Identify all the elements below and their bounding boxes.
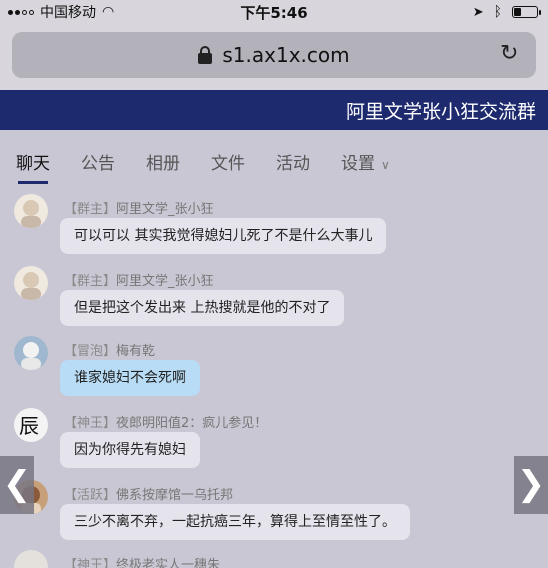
sender-line: 【群主】阿里文学_张小狂 [64,270,214,289]
avatar[interactable] [14,194,48,228]
bluetooth-icon: ᛒ [493,4,502,20]
sender-name: 终极老实人一穗朱 [116,558,221,568]
status-right: ➤ ᛒ [472,4,541,20]
tab-announcement[interactable]: 公告 [81,144,115,184]
tab-chat[interactable]: 聊天 [16,144,50,184]
status-time: 下午5:46 [240,3,308,22]
sender-line: 【冒泡】梅有乾 [64,340,155,359]
avatar[interactable] [14,266,48,300]
sender-role: 【神王】 [64,558,117,568]
battery-icon [512,6,541,18]
next-arrow-icon[interactable]: ❯ [514,456,548,514]
tab-activities-label: 活动 [276,154,310,174]
sender-name: 阿里文学_张小狂 [116,274,214,289]
sender-name: 夜郎明阳值2：疯儿参见！ [116,416,268,431]
tab-chat-label: 聊天 [16,154,50,174]
browser-toolbar: s1.ax1x.com ↻ [0,24,548,90]
sender-name: 梅有乾 [116,344,156,359]
reload-icon[interactable]: ↻ [500,43,522,65]
sender-line: 【神王】终极老实人一穗朱 [64,554,220,568]
lock-icon [198,46,213,64]
location-arrow-icon: ➤ [472,4,484,20]
sender-line: 【活跃】佛系按摩馆一乌托邦 [64,484,233,503]
avatar[interactable] [14,550,48,568]
sender-role: 【活跃】 [64,488,117,503]
chevron-down-icon: ∨ [381,158,390,172]
sender-role: 【群主】 [64,202,117,217]
sender-name: 阿里文学_张小狂 [116,202,214,217]
group-title-bar: 阿里文学张小狂交流群 [0,90,548,130]
tab-album-label: 相册 [146,154,180,174]
group-title: 阿里文学张小狂交流群 [345,100,536,123]
tab-announcement-label: 公告 [81,154,115,174]
sender-role: 【群主】 [64,274,117,289]
tab-settings-label: 设置 [341,154,375,174]
svg-text:辰: 辰 [19,414,39,438]
tab-files[interactable]: 文件 [211,144,245,184]
tab-bar: 聊天 公告 相册 文件 活动 设置 ∨ [0,144,548,184]
sender-role: 【神王】 [64,416,117,431]
sender-name: 佛系按摩馆一乌托邦 [116,488,234,503]
sender-line: 【群主】阿里文学_张小狂 [64,198,214,217]
message-bubble[interactable]: 三少不离不弃，一起抗癌三年，算得上至情至性了。 [60,504,410,540]
tab-album[interactable]: 相册 [146,144,180,184]
chat-list: 【群主】阿里文学_张小狂 可以可以 其实我觉得媳妇儿死了不是什么大事儿 【群主】… [0,188,548,568]
url-text: s1.ax1x.com [222,43,350,67]
tab-settings[interactable]: 设置 ∨ [341,144,390,184]
message-bubble[interactable]: 因为你得先有媳妇 [60,432,200,468]
status-bar: 中国移动 ◠ 下午5:46 ➤ ᛒ [0,0,548,24]
url-bar[interactable]: s1.ax1x.com ↻ [12,32,536,78]
tab-activities[interactable]: 活动 [276,144,310,184]
avatar[interactable] [14,336,48,370]
sender-role: 【冒泡】 [64,344,117,359]
message-bubble[interactable]: 可以可以 其实我觉得媳妇儿死了不是什么大事儿 [60,218,387,254]
message-bubble[interactable]: 谁家媳妇不会死啊 [60,360,200,396]
previous-arrow-icon[interactable]: ❮ [0,456,34,514]
avatar[interactable]: 辰 [14,408,48,442]
sender-line: 【神王】夜郎明阳值2：疯儿参见！ [64,412,267,431]
tab-files-label: 文件 [211,154,245,174]
message-bubble[interactable]: 但是把这个发出来 上热搜就是他的不对了 [60,290,345,326]
